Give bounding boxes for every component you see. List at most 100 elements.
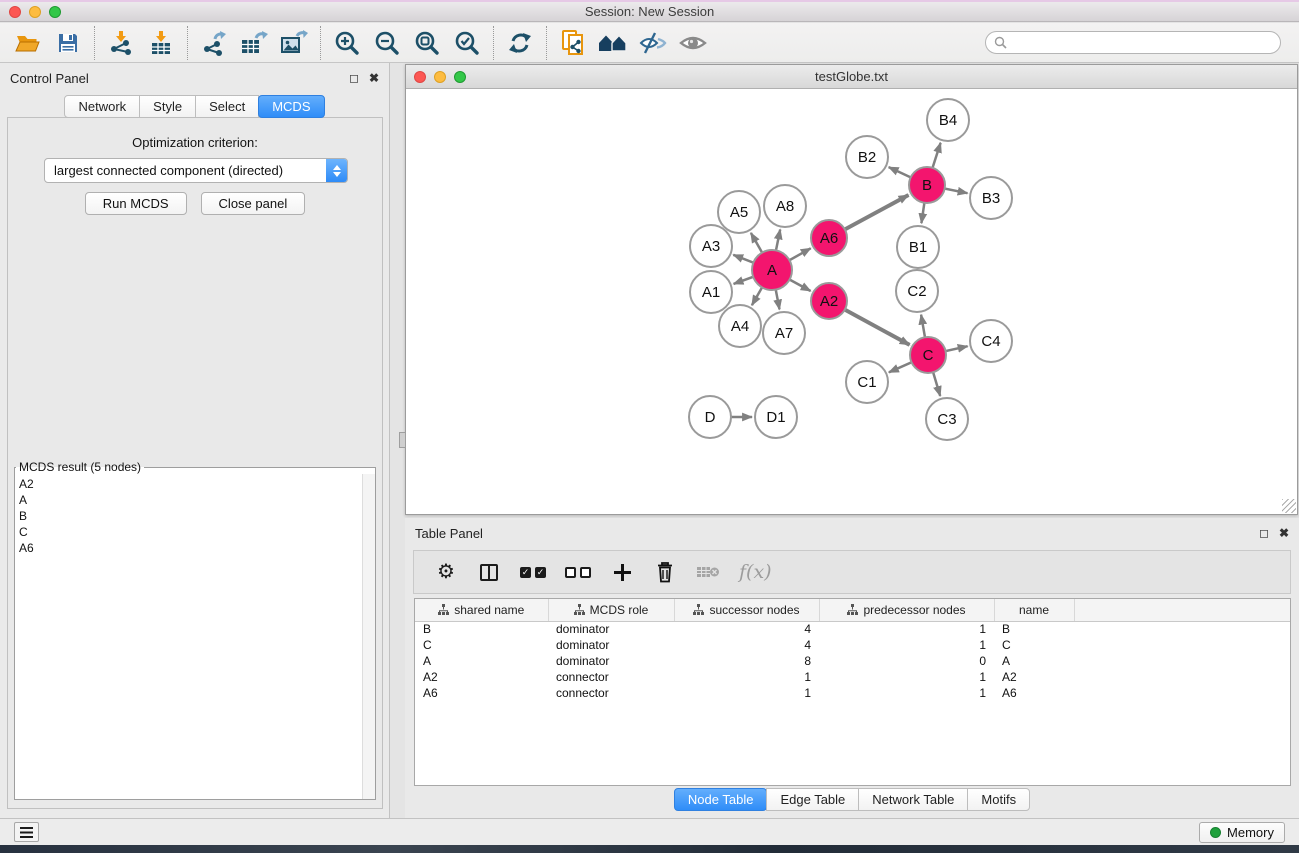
hide-selected-icon[interactable] [633,26,673,60]
import-network-icon[interactable] [101,26,141,60]
table-cell[interactable]: A6 [994,685,1074,701]
table-cell[interactable]: A [994,653,1074,669]
table-cell[interactable]: 1 [674,669,819,685]
table-cell[interactable]: 0 [819,653,994,669]
split-columns-icon[interactable] [477,557,501,587]
delete-column-icon[interactable] [653,557,677,587]
table-cell[interactable]: A2 [415,669,548,685]
graph-node-label: A7 [775,325,793,342]
export-network-icon[interactable] [194,26,234,60]
table-cell[interactable]: A2 [994,669,1074,685]
column-header-mcds-role[interactable]: MCDS role [548,599,674,621]
run-mcds-button[interactable]: Run MCDS [85,192,187,215]
zoom-fit-icon[interactable] [407,26,447,60]
table-cell[interactable]: 1 [819,669,994,685]
close-table-panel-icon[interactable]: ✖ [1279,526,1289,540]
result-list-item[interactable]: A2 [19,476,361,492]
table-cell[interactable]: A6 [415,685,548,701]
memory-status-icon [1210,827,1221,838]
table-row[interactable]: A6connector11A6 [415,685,1290,701]
close-panel-button[interactable]: Close panel [201,192,306,215]
zoom-in-icon[interactable] [327,26,367,60]
tab-select[interactable]: Select [195,95,259,118]
tab-mcds[interactable]: MCDS [258,95,324,118]
result-list-item[interactable]: C [19,524,361,540]
float-panel-icon[interactable]: ◻ [349,71,359,85]
column-header-successor-nodes[interactable]: successor nodes [674,599,819,621]
export-table-icon[interactable] [234,26,274,60]
main-toolbar [0,23,1299,63]
result-list-item[interactable]: B [19,508,361,524]
table-cell[interactable]: C [994,637,1074,653]
graph-node-label: A [767,262,777,279]
dropdown-stepper-icon[interactable] [326,159,347,182]
table-cell[interactable]: 4 [674,637,819,653]
new-network-from-selection-icon[interactable] [553,26,593,60]
table-cell[interactable]: B [994,621,1074,637]
save-session-icon[interactable] [48,26,88,60]
column-header-predecessor-nodes[interactable]: predecessor nodes [819,599,994,621]
memory-button[interactable]: Memory [1199,822,1285,843]
panel-collapse-handle[interactable] [399,432,406,448]
task-history-button[interactable] [14,822,39,842]
table-cell[interactable]: 8 [674,653,819,669]
table-cell[interactable]: dominator [548,637,674,653]
resize-grip[interactable] [1282,499,1296,513]
result-list-item[interactable]: A6 [19,540,361,556]
table-cell[interactable]: connector [548,669,674,685]
export-image-icon[interactable] [274,26,314,60]
control-panel-title: Control Panel [10,71,89,86]
show-all-icon[interactable] [673,26,713,60]
table-row[interactable]: Adominator80A [415,653,1290,669]
tab-style[interactable]: Style [139,95,196,118]
table-cell[interactable]: 1 [819,685,994,701]
graph-node-label: B3 [982,190,1000,207]
select-all-columns-icon[interactable]: ✓✓ [520,557,546,587]
first-neighbors-icon[interactable] [593,26,633,60]
table-cell[interactable]: 1 [819,621,994,637]
close-panel-icon[interactable]: ✖ [369,71,379,85]
column-header-shared-name[interactable]: shared name [415,599,548,621]
tab-network-table[interactable]: Network Table [858,788,968,811]
table-cell[interactable]: dominator [548,653,674,669]
network-canvas[interactable]: B4B2BB3B1A5A8A6A3AA1C2A2A4A7C4CC1C3DD1 [406,89,1297,514]
optimization-criterion-dropdown[interactable]: largest connected component (directed) [44,158,348,183]
table-cell[interactable]: 1 [674,685,819,701]
zoom-selected-icon[interactable] [447,26,487,60]
zoom-out-icon[interactable] [367,26,407,60]
graph-node-label: A2 [820,293,838,310]
table-row[interactable]: Cdominator41C [415,637,1290,653]
tab-edge-table[interactable]: Edge Table [766,788,859,811]
table-cell[interactable]: 1 [819,637,994,653]
table-cell[interactable]: C [415,637,548,653]
column-header-empty [1074,599,1290,621]
table-row[interactable]: Bdominator41B [415,621,1290,637]
result-scrollbar[interactable] [362,474,375,799]
open-session-icon[interactable] [8,26,48,60]
table-row[interactable]: A2connector11A2 [415,669,1290,685]
tab-motifs[interactable]: Motifs [967,788,1030,811]
toolbar-separator [94,26,95,60]
network-window-titlebar[interactable]: testGlobe.txt [406,65,1297,89]
graph-node-label: C4 [981,333,1000,350]
application-window: Session: New Session [0,0,1299,853]
table-cell[interactable]: B [415,621,548,637]
table-settings-gear-icon[interactable]: ⚙ [434,557,458,587]
table-cell[interactable]: 4 [674,621,819,637]
import-table-icon[interactable] [141,26,181,60]
column-header-name[interactable]: name [994,599,1074,621]
table-cell[interactable]: A [415,653,548,669]
table-cell[interactable]: dominator [548,621,674,637]
network-graph[interactable]: B4B2BB3B1A5A8A6A3AA1C2A2A4A7C4CC1C3DD1 [406,89,1297,514]
graph-node-label: C [923,347,934,364]
table-cell[interactable]: connector [548,685,674,701]
deselect-all-columns-icon[interactable] [565,557,591,587]
float-table-panel-icon[interactable]: ◻ [1259,526,1269,540]
result-list-item[interactable]: A [19,492,361,508]
tab-network[interactable]: Network [64,95,140,118]
search-field[interactable] [985,31,1281,54]
refresh-layout-icon[interactable] [500,26,540,60]
search-input[interactable] [1012,36,1272,50]
tab-node-table[interactable]: Node Table [674,788,768,811]
add-column-icon[interactable] [610,557,634,587]
